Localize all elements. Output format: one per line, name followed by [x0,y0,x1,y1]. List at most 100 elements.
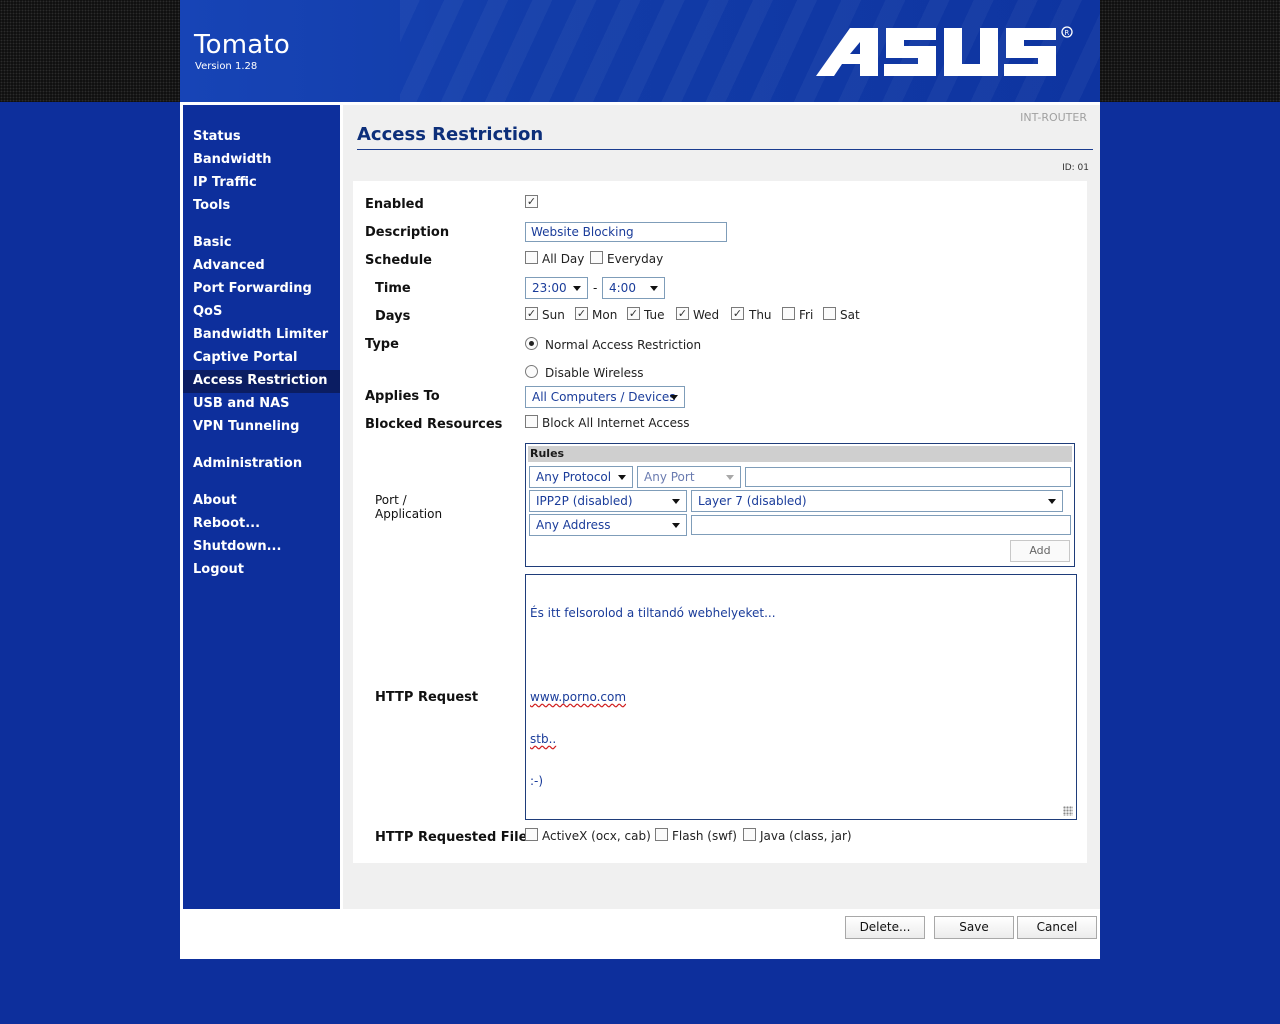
day-tue-label: Tue [644,308,665,322]
http-request-line-5: :-) [530,774,544,788]
java-checkbox[interactable] [743,828,756,841]
nav-shutdown[interactable]: Shutdown... [183,536,340,559]
page-title: Access Restriction [357,124,1093,150]
java-label: Java (class, jar) [760,829,852,843]
nav-vpn-tunneling[interactable]: VPN Tunneling [183,416,340,439]
nav-basic[interactable]: Basic [183,232,340,255]
type-normal-label: Normal Access Restriction [545,338,702,352]
time-from-select[interactable]: 23:00 [525,277,588,299]
day-sun-label: Sun [542,308,565,322]
description-input[interactable]: Website Blocking [525,222,727,242]
nav-bandwidth-limiter[interactable]: Bandwidth Limiter [183,324,340,347]
day-mon-label: Mon [592,308,618,322]
app-frame: Tomato Version 1.28 R Status Bandwidth I… [180,0,1100,959]
flash-label: Flash (swf) [672,829,737,843]
time-to-value: 4:00 [609,281,636,295]
port-application-label-2: Application [375,507,443,521]
nav-usb-and-nas[interactable]: USB and NAS [183,393,340,416]
nav-administration[interactable]: Administration [183,453,340,476]
nav-qos[interactable]: QoS [183,301,340,324]
enabled-label: Enabled [365,197,424,212]
blocked-resources-label: Blocked Resources [365,417,503,432]
activex-label: ActiveX (ocx, cab) [542,829,651,843]
type-label: Type [365,337,399,352]
days-label: Days [375,309,411,324]
nav-ip-traffic[interactable]: IP Traffic [183,172,340,195]
flash-checkbox[interactable] [655,828,668,841]
save-button[interactable]: Save [934,916,1014,939]
port-select[interactable]: Any Port [637,466,741,488]
nav-logout[interactable]: Logout [183,559,340,582]
nav-bandwidth[interactable]: Bandwidth [183,149,340,172]
main-content: INT-ROUTER Access Restriction ID: 01 Ena… [343,105,1100,909]
chevron-down-icon [618,475,626,480]
http-request-line-2 [530,648,1072,662]
day-sat-checkbox[interactable] [823,307,836,320]
ipp2p-value: IPP2P (disabled) [536,494,633,508]
day-tue-checkbox[interactable]: ✓ [627,307,640,320]
restriction-form: Enabled ✓ Description Website Blocking S… [353,181,1087,863]
port-input[interactable] [745,467,1071,487]
app-title: Tomato [194,30,290,60]
nav-reboot[interactable]: Reboot... [183,513,340,536]
applies-to-value: All Computers / Devices [532,390,676,404]
chevron-down-icon [672,523,680,528]
cancel-button[interactable]: Cancel [1017,916,1097,939]
nav-tools[interactable]: Tools [183,195,340,218]
time-separator: - [593,281,598,295]
address-input[interactable] [691,515,1071,535]
time-from-value: 23:00 [532,281,567,295]
layer7-select[interactable]: Layer 7 (disabled) [691,490,1063,512]
rules-header: Rules [528,446,1072,462]
http-request-textarea[interactable]: És itt felsorolod a tiltandó webhelyeket… [525,574,1077,820]
nav-captive-portal[interactable]: Captive Portal [183,347,340,370]
resize-grip-icon[interactable] [1063,806,1073,816]
port-application-label-1: Port / [375,493,407,507]
protocol-value: Any Protocol [536,470,612,484]
block-all-label: Block All Internet Access [542,416,690,430]
router-name: INT-ROUTER [1020,111,1087,124]
activex-checkbox[interactable] [525,828,538,841]
nav-status[interactable]: Status [183,126,340,149]
delete-button[interactable]: Delete... [845,916,925,939]
rule-id: ID: 01 [1062,163,1089,173]
nav-about[interactable]: About [183,490,340,513]
day-fri-label: Fri [799,308,814,322]
chevron-down-icon [670,395,678,400]
day-mon-checkbox[interactable]: ✓ [575,307,588,320]
block-all-checkbox[interactable] [525,415,538,428]
port-value: Any Port [644,470,695,484]
http-request-line-1: És itt felsorolod a tiltandó webhelyeket… [530,606,776,620]
type-normal-radio[interactable] [525,337,538,350]
address-select[interactable]: Any Address [529,514,687,536]
layer7-value: Layer 7 (disabled) [698,494,807,508]
header-banner: Tomato Version 1.28 R [180,0,1100,102]
day-fri-checkbox[interactable] [782,307,795,320]
day-sat-label: Sat [840,308,860,322]
address-value: Any Address [536,518,611,532]
type-disable-wireless-radio[interactable] [525,365,538,378]
day-thu-checkbox[interactable]: ✓ [731,307,744,320]
day-sun-checkbox[interactable]: ✓ [525,307,538,320]
svg-text:R: R [1064,29,1069,37]
applies-to-select[interactable]: All Computers / Devices [525,386,685,408]
time-to-select[interactable]: 4:00 [602,277,665,299]
app-version: Version 1.28 [195,61,258,72]
add-rule-button[interactable]: Add [1010,540,1070,562]
nav-access-restriction[interactable]: Access Restriction [183,370,340,393]
all-day-checkbox[interactable] [525,251,538,264]
everyday-checkbox[interactable] [590,251,603,264]
day-thu-label: Thu [749,308,772,322]
sidebar-nav: Status Bandwidth IP Traffic Tools Basic … [183,105,340,909]
type-disable-wireless-label: Disable Wireless [545,366,644,380]
nav-port-forwarding[interactable]: Port Forwarding [183,278,340,301]
protocol-select[interactable]: Any Protocol [529,466,633,488]
nav-advanced[interactable]: Advanced [183,255,340,278]
http-request-label: HTTP Request [375,690,479,705]
chevron-down-icon [1048,499,1056,504]
ipp2p-select[interactable]: IPP2P (disabled) [529,490,687,512]
schedule-label: Schedule [365,253,432,268]
asus-logo: R [816,26,1073,76]
enabled-checkbox[interactable]: ✓ [525,195,538,208]
day-wed-checkbox[interactable]: ✓ [676,307,689,320]
